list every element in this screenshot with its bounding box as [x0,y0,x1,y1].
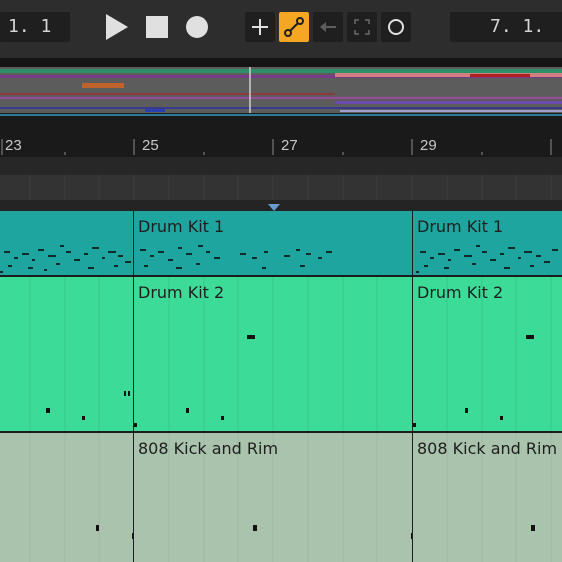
bar-number-27: 27 [281,137,298,154]
clip-name-drum-kit-2[interactable]: Drum Kit 2 [417,283,503,302]
session-record-icon[interactable] [381,12,411,42]
locator-strip[interactable] [0,200,562,211]
beat-grid-strip[interactable] [0,175,562,200]
arrangement-overview[interactable] [0,67,562,117]
clip-lane-drum-kit-2[interactable]: Drum Kit 2 Drum Kit 2 [0,277,562,431]
clip-border[interactable] [412,433,413,562]
play-icon[interactable] [104,14,130,40]
clip-border[interactable] [133,433,134,562]
capture-icon[interactable] [347,12,377,42]
clip-name-drum-kit-1[interactable]: Drum Kit 1 [417,217,503,236]
clip-lane-808-kick-and-rim[interactable]: 808 Kick and Rim 808 Kick and Rim [0,433,562,562]
overview-top-strip [0,58,562,67]
add-icon[interactable] [245,12,275,42]
clip-name-808-kick-and-rim[interactable]: 808 Kick and Rim [417,439,557,458]
clip-border[interactable] [412,211,413,275]
bar-number-23: 23 [5,137,22,154]
automation-mode-icon[interactable] [279,12,309,42]
ruler-lower-strip [0,157,562,175]
song-position-field[interactable]: 1. 1 [0,12,70,42]
clip-name-808-kick-and-rim[interactable]: 808 Kick and Rim [138,439,278,458]
clip-border[interactable] [133,277,134,431]
clip-name-drum-kit-1[interactable]: Drum Kit 1 [138,217,224,236]
stop-icon[interactable] [146,16,168,38]
clip-name-drum-kit-2[interactable]: Drum Kit 2 [138,283,224,302]
insert-marker-icon[interactable] [268,204,280,211]
back-to-arrangement-icon[interactable] [313,12,343,42]
record-icon[interactable] [186,16,208,38]
clip-border[interactable] [133,211,134,275]
bar-number-29: 29 [420,137,437,154]
bar-number-25: 25 [142,137,159,154]
clip-border[interactable] [412,277,413,431]
clip-lane-drum-kit-1[interactable]: Drum Kit 1 Drum Kit 1 [0,211,562,275]
loop-end-field[interactable]: 7. 1. [450,12,562,42]
